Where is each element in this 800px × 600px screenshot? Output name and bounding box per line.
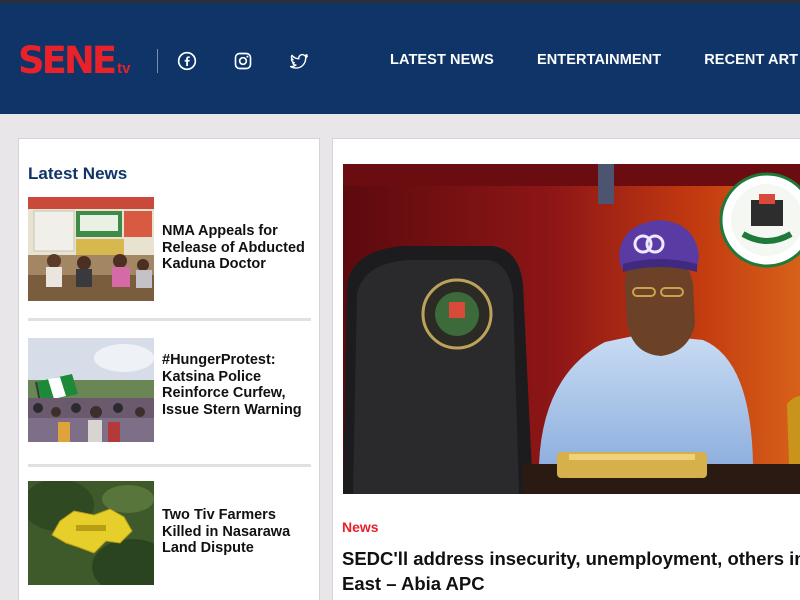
story-category[interactable]: News	[342, 519, 379, 535]
site-logo[interactable]: SENE tv	[18, 39, 131, 81]
nav-recent-articles[interactable]: RECENT ART	[704, 52, 798, 68]
news-headline[interactable]: Two Tiv Farmers Killed in Nasarawa Land …	[162, 507, 308, 557]
main-nav: LATEST NEWS ENTERTAINMENT RECENT ART	[390, 52, 798, 68]
nav-entertainment[interactable]: ENTERTAINMENT	[537, 52, 661, 68]
featured-image[interactable]	[343, 164, 800, 494]
nav-latest-news[interactable]: LATEST NEWS	[390, 52, 494, 68]
story-title-line: East – Abia APC	[342, 573, 485, 594]
news-thumbnail[interactable]	[28, 338, 154, 442]
instagram-icon[interactable]	[232, 50, 254, 72]
story-title[interactable]: SEDC'll address insecurity, unemployment…	[342, 546, 800, 596]
news-thumbnail[interactable]	[28, 197, 154, 301]
twitter-icon[interactable]	[288, 50, 310, 72]
site-header: SENE tv LATEST NEWS ENTERTAINMENT RECENT…	[0, 0, 800, 114]
news-item[interactable]: #HungerProtest: Katsina Police Reinforce…	[28, 338, 312, 442]
sidebar-title: Latest News	[28, 164, 128, 183]
featured-story: News SEDC'll address insecurity, unemplo…	[332, 138, 800, 600]
news-headline[interactable]: NMA Appeals for Release of Abducted Kadu…	[162, 223, 308, 273]
item-separator	[28, 318, 311, 321]
news-item[interactable]: NMA Appeals for Release of Abducted Kadu…	[28, 197, 312, 301]
header-divider	[157, 49, 158, 73]
news-item[interactable]: Two Tiv Farmers Killed in Nasarawa Land …	[28, 481, 312, 585]
logo-wordmark: SENE	[18, 39, 117, 82]
logo-tv-suffix: tv	[117, 60, 131, 77]
news-thumbnail[interactable]	[28, 481, 154, 585]
latest-news-sidebar: Latest News NMA Appeals for Release of A…	[18, 138, 320, 600]
news-headline[interactable]: #HungerProtest: Katsina Police Reinforce…	[162, 352, 308, 418]
item-separator	[28, 464, 311, 467]
story-title-line: SEDC'll address insecurity, unemployment…	[342, 548, 800, 569]
facebook-icon[interactable]	[176, 50, 198, 72]
